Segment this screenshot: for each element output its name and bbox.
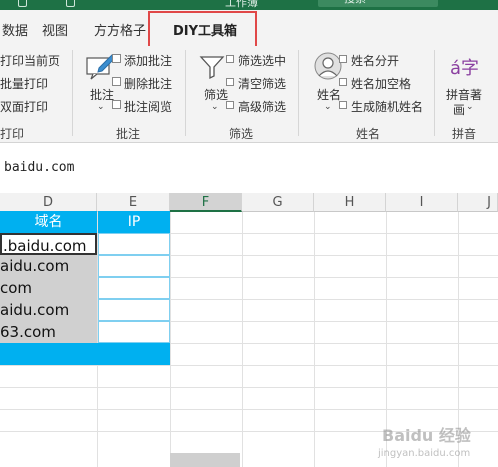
table-cell[interactable]: 63.com (0, 321, 97, 343)
name-button[interactable]: 姓名 (317, 86, 341, 103)
random-name-button[interactable]: 生成随机姓名 (351, 98, 423, 115)
column-header-d[interactable]: D (0, 193, 97, 212)
grid-line (314, 212, 315, 467)
column-header-g[interactable]: G (242, 193, 314, 212)
comment-button[interactable]: 批注 (90, 86, 114, 103)
column-header-h[interactable]: H (314, 193, 386, 212)
column-header-f[interactable]: F (170, 193, 242, 212)
filter-button[interactable]: 筛选 (204, 86, 228, 103)
clear-filter-button[interactable]: 清空筛选 (238, 75, 286, 92)
chevron-down-icon[interactable]: ⌄ (466, 102, 474, 112)
ribbon-separator (298, 50, 299, 136)
formula-value: baidu.com (4, 160, 75, 175)
advanced-filter-icon (226, 101, 234, 109)
header-cell-domain[interactable]: 域名 (0, 211, 97, 233)
ip-cell[interactable] (98, 321, 170, 343)
horizontal-scrollbar-thumb[interactable] (170, 453, 240, 467)
split-name-icon (339, 55, 347, 63)
advanced-filter-button[interactable]: 高级筛选 (238, 98, 286, 115)
delete-comment-icon (112, 77, 121, 86)
ip-cell[interactable] (98, 299, 170, 321)
column-header-i[interactable]: I (386, 193, 458, 212)
view-comments-button[interactable]: 批注阅览 (124, 98, 172, 115)
blue-footer-row[interactable] (0, 343, 170, 365)
person-icon (314, 52, 342, 83)
add-comment-button[interactable]: 添加批注 (124, 52, 172, 69)
name-group-label: 姓名 (356, 127, 381, 141)
ribbon: 打印当前页 批量打印 双面打印 打印 批注 ⌄ 添加批注 删除批注 批注阅览 批… (0, 46, 498, 143)
chevron-down-icon[interactable]: ⌄ (211, 102, 219, 112)
pinyin-icon: á字 (450, 58, 480, 79)
ip-cell[interactable] (98, 233, 170, 255)
filter-selected-button[interactable]: 筛选选中 (238, 52, 286, 69)
search-label: 搜索 (344, 0, 366, 6)
column-header-j[interactable]: J (458, 193, 498, 212)
filter-selected-icon (226, 55, 234, 63)
ribbon-separator (72, 50, 73, 136)
print-current-page-button[interactable]: 打印当前页 (0, 52, 60, 69)
grid-line (170, 212, 171, 467)
chevron-down-icon[interactable]: ⌄ (324, 102, 332, 112)
pinyin-annotate-button-line2[interactable]: 画 (453, 101, 465, 118)
ip-cell[interactable] (98, 255, 170, 277)
ribbon-separator (185, 50, 186, 136)
header-cell-ip[interactable]: IP (98, 211, 170, 233)
baidu-watermark: Baidu 经验 (382, 426, 471, 445)
add-comment-icon (112, 54, 121, 63)
delete-comment-button[interactable]: 删除批注 (124, 75, 172, 92)
title-bar: 工作簿 搜索 (0, 0, 498, 10)
name-add-space-button[interactable]: 姓名加空格 (351, 75, 411, 92)
duplex-print-button[interactable]: 双面打印 (0, 98, 48, 115)
random-name-icon (339, 101, 347, 109)
name-add-space-icon (339, 78, 347, 86)
chevron-down-icon[interactable]: ⌄ (97, 102, 105, 112)
save-icon[interactable] (18, 0, 27, 7)
column-header-e[interactable]: E (97, 193, 170, 212)
table-cell-active[interactable]: .baidu.com (0, 233, 97, 255)
formula-bar[interactable]: baidu.com (0, 152, 498, 182)
tab-view[interactable]: 视图 (42, 20, 68, 39)
comment-group-label: 批注 (116, 127, 141, 141)
table-cell[interactable]: com (0, 277, 97, 299)
tab-fangfange[interactable]: 方方格子 (94, 20, 146, 39)
grid-line (242, 212, 243, 467)
workbook-title: 工作簿 (225, 0, 258, 9)
table-cell[interactable]: aidu.com (0, 255, 97, 277)
table-cell[interactable]: aidu.com (0, 299, 97, 321)
ip-cell[interactable] (98, 277, 170, 299)
print-group-label: 打印 (0, 127, 25, 141)
pinyin-group-label: 拼音 (452, 127, 477, 141)
ribbon-separator (434, 50, 435, 136)
undo-icon[interactable] (66, 0, 75, 7)
split-name-button[interactable]: 姓名分开 (351, 52, 399, 69)
funnel-icon (199, 54, 225, 83)
tab-data[interactable]: 数据 (2, 20, 28, 39)
baidu-watermark-url: jingyan.baidu.com (378, 448, 471, 459)
filter-group-label: 筛选 (229, 127, 254, 141)
view-comments-icon (112, 100, 121, 109)
batch-print-button[interactable]: 批量打印 (0, 75, 48, 92)
clear-filter-icon (226, 78, 234, 86)
search-box[interactable]: 搜索 (318, 0, 438, 7)
